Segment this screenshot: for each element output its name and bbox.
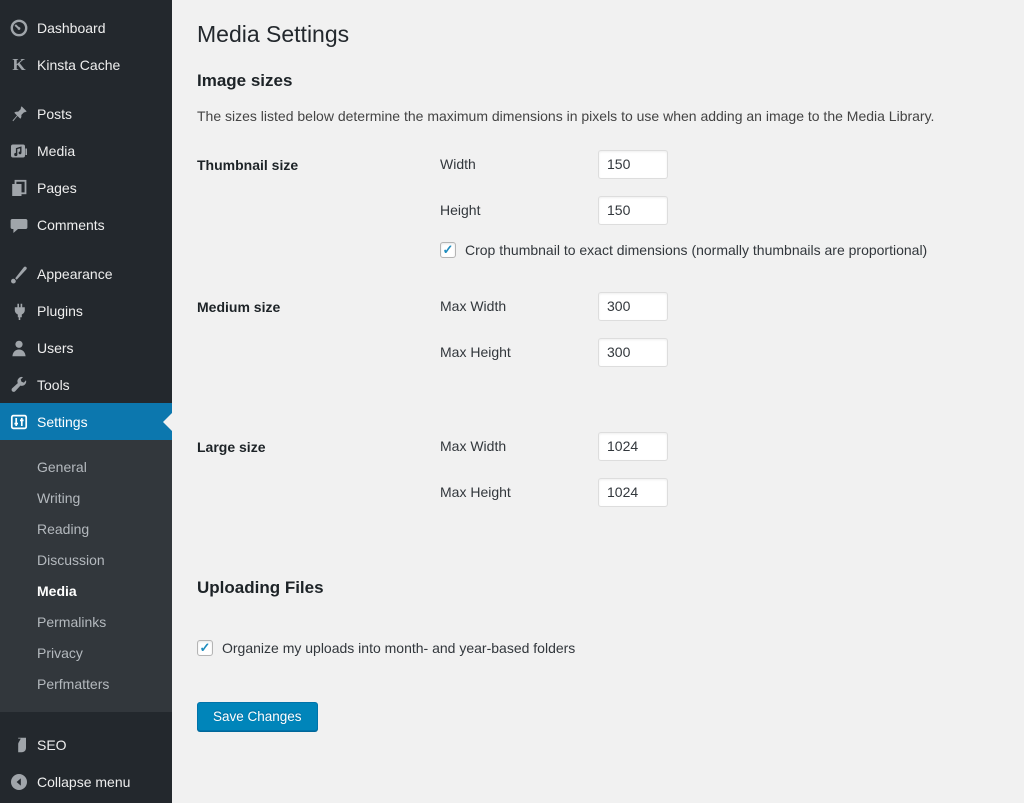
sidebar-subitem-reading[interactable]: Reading [0,514,172,545]
wrench-icon [9,375,29,395]
sidebar-footer: SEO Collapse menu [0,726,172,800]
plugin-icon [9,301,29,321]
crop-thumbnail-checkbox[interactable] [440,242,456,258]
medium-max-width-input[interactable] [598,292,668,321]
sidebar-item-dashboard[interactable]: Dashboard [0,9,172,46]
sidebar-item-comments[interactable]: Comments [0,206,172,243]
sidebar-subitem-permalinks[interactable]: Permalinks [0,607,172,638]
media-icon [9,141,29,161]
sidebar-item-label: Tools [37,377,70,393]
collapse-menu-button[interactable]: Collapse menu [0,763,172,800]
large-max-width-input[interactable] [598,432,668,461]
medium-size-label: Medium size [197,292,440,384]
dashboard-icon [9,18,29,38]
sliders-icon [9,412,29,432]
page-title: Media Settings [197,20,1004,50]
thumbnail-width-label: Width [440,156,598,172]
medium-max-width-label: Max Width [440,298,598,314]
large-max-height-input[interactable] [598,478,668,507]
brush-icon [9,264,29,284]
medium-max-height-input[interactable] [598,338,668,367]
sidebar-item-kinsta-cache[interactable]: K Kinsta Cache [0,46,172,83]
comment-icon [9,215,29,235]
thumbnail-size-label: Thumbnail size [197,150,440,258]
sidebar-item-label: Plugins [37,303,83,319]
sidebar-item-tools[interactable]: Tools [0,366,172,403]
image-sizes-heading: Image sizes [197,71,1004,91]
menu-separator [0,83,172,95]
sidebar-item-label: Comments [37,217,105,233]
settings-submenu: General Writing Reading Discussion Media… [0,440,172,712]
large-size-label: Large size [197,432,440,524]
sidebar-item-media[interactable]: Media [0,132,172,169]
sidebar-item-plugins[interactable]: Plugins [0,292,172,329]
pages-icon [9,178,29,198]
large-max-height-label: Max Height [440,484,598,500]
sidebar-item-label: Kinsta Cache [37,57,120,73]
large-size-row: Large size Max Width Max Height [197,432,1004,524]
sidebar-subitem-perfmatters[interactable]: Perfmatters [0,669,172,700]
yoast-icon [9,735,29,755]
sidebar-item-label: Appearance [37,266,113,282]
sidebar-subitem-writing[interactable]: Writing [0,483,172,514]
sidebar-item-label: Posts [37,106,72,122]
organize-uploads-checkbox[interactable] [197,640,213,656]
sidebar-subitem-general[interactable]: General [0,452,172,483]
sidebar-item-seo[interactable]: SEO [0,726,172,763]
collapse-icon [9,772,29,792]
sidebar-item-label: Settings [37,414,88,430]
image-sizes-description: The sizes listed below determine the max… [197,108,1004,124]
sidebar-item-label: SEO [37,737,67,753]
sidebar-item-label: Media [37,143,75,159]
thumbnail-width-input[interactable] [598,150,668,179]
sidebar-item-label: Pages [37,180,77,196]
sidebar-subitem-privacy[interactable]: Privacy [0,638,172,669]
sidebar-subitem-media[interactable]: Media [0,576,172,607]
wordpress-admin: Dashboard K Kinsta Cache Posts Media Pag… [0,0,1024,803]
sidebar-item-settings[interactable]: Settings [0,403,172,440]
sidebar-item-pages[interactable]: Pages [0,169,172,206]
main-content: Media Settings Image sizes The sizes lis… [172,0,1024,803]
medium-max-height-label: Max Height [440,344,598,360]
user-icon [9,338,29,358]
sidebar-item-label: Users [37,340,74,356]
pin-icon [9,104,29,124]
sidebar-subitem-discussion[interactable]: Discussion [0,545,172,576]
crop-thumbnail-label: Crop thumbnail to exact dimensions (norm… [465,242,927,258]
sidebar-item-label: Dashboard [37,20,106,36]
medium-size-row: Medium size Max Width Max Height [197,292,1004,384]
organize-uploads-label: Organize my uploads into month- and year… [222,640,575,656]
large-max-width-label: Max Width [440,438,598,454]
admin-sidebar: Dashboard K Kinsta Cache Posts Media Pag… [0,0,172,803]
thumbnail-size-row: Thumbnail size Width Height Crop thumbna… [197,150,1004,258]
thumbnail-height-label: Height [440,202,598,218]
save-changes-button[interactable]: Save Changes [197,702,318,731]
thumbnail-height-input[interactable] [598,196,668,225]
kinsta-icon: K [9,55,29,75]
sidebar-item-appearance[interactable]: Appearance [0,255,172,292]
menu-separator [0,243,172,255]
sidebar-item-users[interactable]: Users [0,329,172,366]
sidebar-item-posts[interactable]: Posts [0,95,172,132]
uploading-files-heading: Uploading Files [197,578,1004,598]
sidebar-item-label: Collapse menu [37,774,130,790]
